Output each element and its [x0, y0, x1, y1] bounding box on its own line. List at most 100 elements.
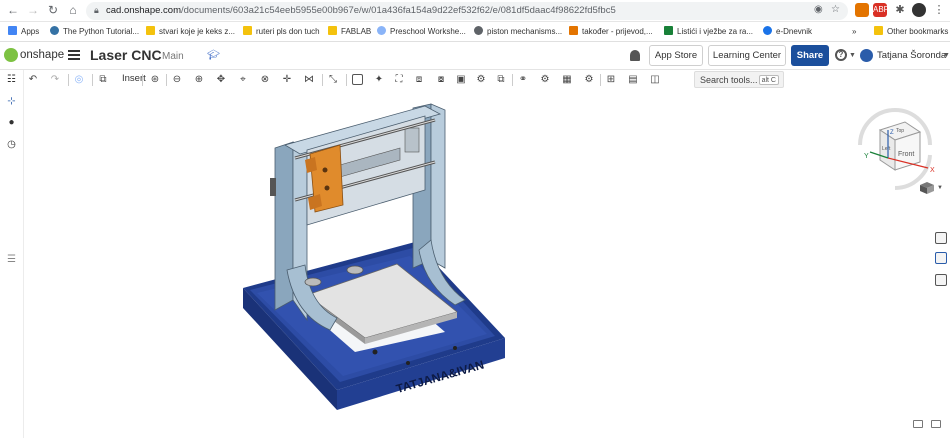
- relations-icon[interactable]: ▣: [454, 73, 468, 87]
- revolute-mate-icon[interactable]: ⊖: [170, 73, 184, 87]
- onshape-logo-icon[interactable]: [4, 48, 18, 62]
- print-icon[interactable]: [913, 420, 923, 428]
- feature-toolbar: ↶ ↷ ◎ ⧉ Insert ⊛ ⊖ ⊕ ✥ ⌖ ⊗ ✛ ⋈ ⤡ ✦ ⛶ ⧈ ⧇…: [24, 70, 950, 90]
- linear-pattern-icon[interactable]: ⧈: [412, 73, 426, 87]
- adblock-icon[interactable]: ABP: [873, 3, 889, 17]
- learning-center-button[interactable]: Learning Center: [708, 45, 786, 66]
- sketch-icon[interactable]: ◎: [72, 73, 86, 87]
- extensions-puzzle-icon[interactable]: ✱: [893, 3, 907, 17]
- mate-connector-tool-icon[interactable]: ✦: [372, 73, 386, 87]
- star-icon: [664, 26, 673, 35]
- profile-avatar-icon[interactable]: [912, 3, 926, 17]
- logo-text: onshape: [20, 49, 65, 61]
- home-icon[interactable]: ⌂: [66, 3, 80, 17]
- cube-top-label[interactable]: Top: [896, 128, 904, 134]
- notifications-bell-icon[interactable]: [630, 50, 640, 61]
- bookmark-python[interactable]: The Python Tutorial...: [50, 26, 139, 38]
- graphics-settings-icon[interactable]: [931, 420, 941, 428]
- document-name[interactable]: Laser CNC: [90, 47, 162, 63]
- cnc-model-render[interactable]: TATJANA&IVAN: [25, 90, 950, 438]
- address-bar[interactable]: 🔒︎ cad.onshape.com/documents/603a21c54ee…: [86, 2, 848, 20]
- hamburger-menu-icon[interactable]: [68, 48, 80, 62]
- lock-icon: 🔒︎: [94, 5, 99, 15]
- bom-panel-icon[interactable]: [935, 274, 947, 286]
- cube-left-label[interactable]: Left: [882, 146, 891, 152]
- view-cube[interactable]: Top Left Front Z X Y: [850, 100, 940, 210]
- education-cap-icon[interactable]: 🎓︎: [207, 50, 220, 61]
- circular-pattern-icon[interactable]: ⧇: [434, 73, 448, 87]
- replicate-icon[interactable]: ⛶: [392, 73, 406, 87]
- reload-icon[interactable]: ↻: [46, 3, 60, 17]
- slider-mate-icon[interactable]: ⊕: [192, 73, 206, 87]
- folder-icon: [328, 26, 337, 35]
- apps-grid-icon: [8, 26, 17, 35]
- folder-icon: [146, 26, 155, 35]
- bookmark-ednevnik[interactable]: e-Dnevnik: [763, 26, 812, 38]
- chevron-down-icon[interactable]: ▼: [937, 185, 943, 191]
- redo-icon[interactable]: ↷: [48, 73, 62, 87]
- explode-icon[interactable]: ▦: [560, 73, 574, 87]
- folder-icon: [874, 26, 883, 35]
- group-icon[interactable]: [352, 74, 363, 85]
- back-icon[interactable]: ←: [6, 3, 20, 17]
- 3d-viewport[interactable]: TATJANA&IVAN Top Left Front Z X Y ▼: [25, 90, 950, 438]
- app-store-button[interactable]: App Store: [649, 45, 703, 66]
- mass-properties-icon[interactable]: ▤: [626, 73, 640, 87]
- hand-icon: [569, 26, 578, 35]
- bookmark-listici[interactable]: Listići i vježbe za ra...: [664, 26, 753, 38]
- bookmark-apps[interactable]: Apps: [8, 26, 39, 38]
- cylindrical-mate-icon[interactable]: ✥: [214, 73, 228, 87]
- forward-icon[interactable]: →: [26, 3, 40, 17]
- search-tools-input[interactable]: Search tools... alt C: [694, 71, 784, 88]
- planar-mate-icon[interactable]: ⊗: [258, 73, 272, 87]
- folder-icon: [243, 26, 252, 35]
- bookmarks-overflow[interactable]: »: [852, 26, 856, 38]
- insert-icon[interactable]: ⧉: [96, 73, 110, 87]
- browser-toolbar: ← → ↻ ⌂ 🔒︎ cad.onshape.com/documents/603…: [0, 0, 950, 22]
- fasten-mate-icon[interactable]: ⊛: [148, 73, 162, 87]
- feature-list-icon[interactable]: ☷: [5, 73, 18, 86]
- bookmark-folder[interactable]: stvari koje je keks z...: [146, 26, 235, 38]
- left-sidebar: ☷ ⊹ ● ◷ ☰: [0, 70, 24, 438]
- history-icon[interactable]: ◷: [5, 138, 18, 151]
- pin-slot-mate-icon[interactable]: ⌖: [236, 73, 250, 87]
- comments-icon[interactable]: ●: [5, 116, 18, 129]
- parts-list-icon[interactable]: ☰: [5, 253, 18, 266]
- browser-menu-icon[interactable]: ⋮: [932, 3, 946, 17]
- share-button[interactable]: Share: [791, 45, 829, 66]
- branch-name[interactable]: Main: [162, 51, 184, 62]
- bookmark-folder[interactable]: FABLAB: [328, 26, 371, 38]
- extension-icon[interactable]: [855, 3, 869, 17]
- app-header: onshape Laser CNC Main 🎓︎ App Store Lear…: [0, 42, 950, 70]
- chevron-down-icon[interactable]: ▼: [849, 52, 856, 59]
- chevron-down-icon[interactable]: ▼: [943, 52, 950, 59]
- bookmark-other[interactable]: Other bookmarks: [874, 26, 948, 38]
- appearance-panel-icon[interactable]: [935, 232, 947, 244]
- user-name[interactable]: Tatjana Šoronda: [877, 50, 946, 61]
- measure-icon[interactable]: ⊞: [604, 73, 618, 87]
- bookmark-piston[interactable]: piston mechanisms...: [474, 26, 562, 38]
- bookmark-prijevod[interactable]: također - prijevod,...: [569, 26, 653, 38]
- mate-connector-icon[interactable]: ⊹: [5, 95, 18, 108]
- axis-z-label: Z: [890, 130, 894, 136]
- section-view-icon[interactable]: ◫: [648, 73, 662, 87]
- globe-icon: [763, 26, 772, 35]
- bookmark-preschool[interactable]: Preschool Workshe...: [377, 26, 466, 38]
- bookmark-star-icon[interactable]: ◉ ☆: [814, 4, 840, 15]
- tangent-mate-icon[interactable]: ⤡: [326, 73, 340, 87]
- search-icon: [474, 26, 483, 35]
- url-text: cad.onshape.com/documents/603a21c54eeb59…: [106, 5, 616, 16]
- help-icon[interactable]: ?: [835, 49, 847, 61]
- ball-mate-icon[interactable]: ✛: [280, 73, 294, 87]
- cube-front-label[interactable]: Front: [898, 151, 914, 158]
- linear-relation-icon[interactable]: ⚙︎: [538, 73, 552, 87]
- screw-relation-icon[interactable]: ⚭: [516, 73, 530, 87]
- user-avatar-icon[interactable]: [860, 49, 873, 62]
- bookmark-folder[interactable]: ruteri pls don tuch: [243, 26, 320, 38]
- gear-relation-icon[interactable]: ⚙︎: [474, 73, 488, 87]
- named-positions-icon[interactable]: ⚙︎: [582, 73, 596, 87]
- configurations-panel-icon[interactable]: [935, 252, 947, 264]
- rack-pinion-icon[interactable]: ⧉: [494, 73, 508, 87]
- undo-icon[interactable]: ↶: [26, 73, 40, 87]
- parallel-mate-icon[interactable]: ⋈: [302, 73, 316, 87]
